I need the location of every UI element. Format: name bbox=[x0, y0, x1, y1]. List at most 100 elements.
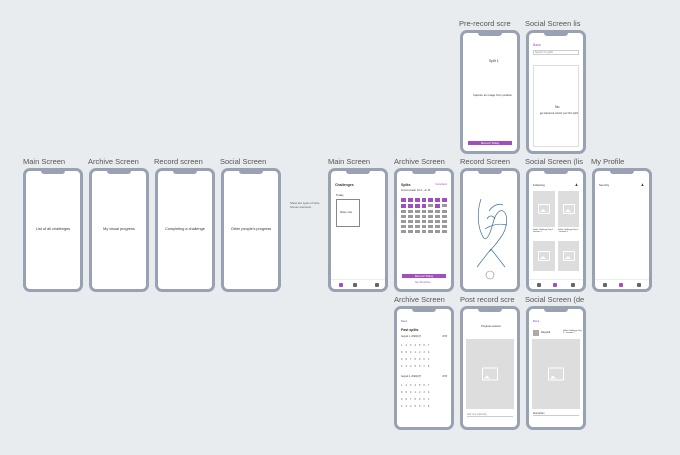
label-record-1: Record screen bbox=[154, 157, 203, 166]
tab-bar bbox=[331, 279, 385, 289]
label-archive-2: Archive Screen bbox=[394, 157, 445, 166]
post-caption: Splits Challenge Day 2 · session 3 bbox=[533, 229, 555, 233]
page-title: Splits bbox=[401, 183, 411, 187]
label-social-2: Social Screen (lis bbox=[525, 157, 583, 166]
profile-icon[interactable]: ♟ bbox=[641, 183, 644, 187]
label-profile: My Profile bbox=[591, 157, 625, 166]
avatar bbox=[533, 330, 539, 336]
wire-record-text: Completing a challenge bbox=[165, 227, 205, 231]
page-title: Progress session bbox=[481, 325, 501, 328]
phone-notch bbox=[544, 33, 568, 36]
month-count: 8/15 bbox=[442, 376, 447, 378]
tab-bar bbox=[595, 279, 649, 289]
post-meta: Splits Challenge Day 2 · session 3 bbox=[563, 330, 582, 334]
social-post-image[interactable] bbox=[533, 241, 555, 271]
search-input[interactable]: Search for splits bbox=[533, 50, 579, 55]
page-title: Past splits bbox=[401, 328, 419, 332]
post-image bbox=[532, 339, 580, 409]
empty-title: No bbox=[555, 105, 560, 109]
archive-past-screen: Back Past splits August 1, 2020(1/7) 8/1… bbox=[394, 306, 454, 430]
empty-body: get started & submit your first split! bbox=[539, 112, 579, 115]
wire-social-text: Other people's progress bbox=[230, 227, 272, 231]
image-placeholder-icon bbox=[548, 367, 564, 381]
profile-icon[interactable]: ♟ bbox=[575, 183, 578, 187]
phone-notch bbox=[412, 171, 436, 174]
page-title: Security bbox=[599, 183, 610, 187]
record-today-button[interactable]: Record Today bbox=[468, 141, 512, 145]
month-count: 8/15 bbox=[442, 336, 447, 338]
wire-archive-text: My visual progress bbox=[103, 227, 135, 231]
back-link[interactable]: Back bbox=[401, 319, 407, 323]
phone-notch bbox=[610, 171, 634, 174]
label-archive-1: Archive Screen bbox=[88, 157, 139, 166]
phone-notch bbox=[478, 33, 502, 36]
tab-archive-icon[interactable] bbox=[353, 283, 357, 287]
label-main-2: Main Screen bbox=[328, 157, 371, 166]
tab-home-icon[interactable] bbox=[537, 283, 541, 287]
tab-profile-icon[interactable] bbox=[637, 283, 641, 287]
profile-screen: Security ♟ bbox=[592, 168, 652, 292]
month-title: August 1, 2020(1/7) bbox=[401, 336, 422, 338]
tab-home-icon[interactable] bbox=[339, 283, 343, 287]
wire-archive-screen: My visual progress bbox=[89, 168, 149, 292]
wire-social-screen: Other people's progress bbox=[221, 168, 281, 292]
social-post-image[interactable] bbox=[558, 241, 579, 271]
image-placeholder-icon bbox=[538, 251, 550, 261]
label-main-1: Main Screen bbox=[23, 157, 66, 166]
tab-social-icon[interactable] bbox=[619, 283, 623, 287]
image-placeholder-icon bbox=[538, 204, 550, 214]
label-social-item: Social Screen (de bbox=[525, 295, 585, 304]
phone-notch bbox=[107, 171, 131, 174]
image-placeholder-icon bbox=[562, 204, 575, 214]
following-header: Following bbox=[533, 183, 545, 187]
see-full-archive-link[interactable]: See full archive bbox=[415, 282, 431, 284]
phone-notch bbox=[173, 171, 197, 174]
record-today-button[interactable]: Record Today bbox=[402, 274, 446, 278]
back-link[interactable]: Back bbox=[533, 43, 541, 47]
social-screen: Following ♟ Splits Challenge Day 2 · ses… bbox=[526, 168, 586, 292]
annotation-note: Show two types of write Screen elements bbox=[290, 201, 320, 209]
phone-notch bbox=[239, 171, 263, 174]
calendar-grid bbox=[400, 197, 448, 234]
wire-main-screen: List of all challenges bbox=[23, 168, 83, 292]
note-input[interactable]: Add note (optional) bbox=[467, 414, 513, 417]
label-archive-3: Archive Screen bbox=[394, 295, 445, 304]
pose-sketch bbox=[476, 198, 508, 280]
social-post-image[interactable] bbox=[558, 191, 579, 227]
record-screen bbox=[460, 168, 520, 292]
label-social-list-top: Social Screen lis bbox=[525, 19, 581, 28]
phone-notch bbox=[544, 171, 568, 174]
wire-main-text: List of all challenges bbox=[35, 227, 71, 231]
capture-instruction: Capture an image from position bbox=[473, 93, 513, 97]
label-social-1: Social Screen bbox=[220, 157, 267, 166]
social-post-image[interactable] bbox=[533, 191, 555, 227]
phone-notch bbox=[412, 309, 436, 312]
calendar-dates: 1 2 3 4 5 6 78 9 0 1 2 3 45 6 7 8 9 0 12… bbox=[401, 344, 431, 368]
calendar-dates: 1 2 3 4 5 6 78 9 0 1 2 3 45 6 7 8 9 0 12… bbox=[401, 384, 431, 408]
streak-caption: Current streak: Oct 1 - on 30 bbox=[401, 190, 431, 192]
tab-home-icon[interactable] bbox=[603, 283, 607, 287]
user-name: Raywell bbox=[541, 331, 551, 334]
tab-social-icon[interactable] bbox=[375, 283, 379, 287]
tab-bar bbox=[529, 279, 583, 289]
label-record-2: Record Screen bbox=[460, 157, 511, 166]
social-detail-screen: Back Raywell Splits Challenge Day 2 · se… bbox=[526, 306, 586, 430]
subtitle: Consistent bbox=[435, 183, 447, 186]
phone-notch bbox=[346, 171, 370, 174]
tab-profile-icon[interactable] bbox=[571, 283, 575, 287]
archive-screen: Splits Consistent Current streak: Oct 1 … bbox=[394, 168, 454, 292]
tab-social-icon[interactable] bbox=[553, 283, 557, 287]
page-title: Challenges bbox=[335, 183, 354, 187]
wire-record-screen: Completing a challenge bbox=[155, 168, 215, 292]
image-placeholder-icon bbox=[482, 367, 498, 381]
back-link[interactable]: Back bbox=[533, 319, 539, 323]
challenge-card-label: Sticky note bbox=[340, 211, 353, 214]
social-list-screen: Back Search for splits No get started & … bbox=[526, 30, 586, 154]
post-record-screen: Progress session Add note (optional) bbox=[460, 306, 520, 430]
phone-notch bbox=[478, 309, 502, 312]
label-pre-record: Pre-record scre bbox=[459, 19, 511, 28]
section-label: Today bbox=[336, 193, 344, 197]
pre-record-screen: Split 1 Capture an image from position R… bbox=[460, 30, 520, 154]
post-caption: Splits Challenge Day 2 · session 3 bbox=[558, 229, 579, 233]
phone-notch bbox=[41, 171, 65, 174]
